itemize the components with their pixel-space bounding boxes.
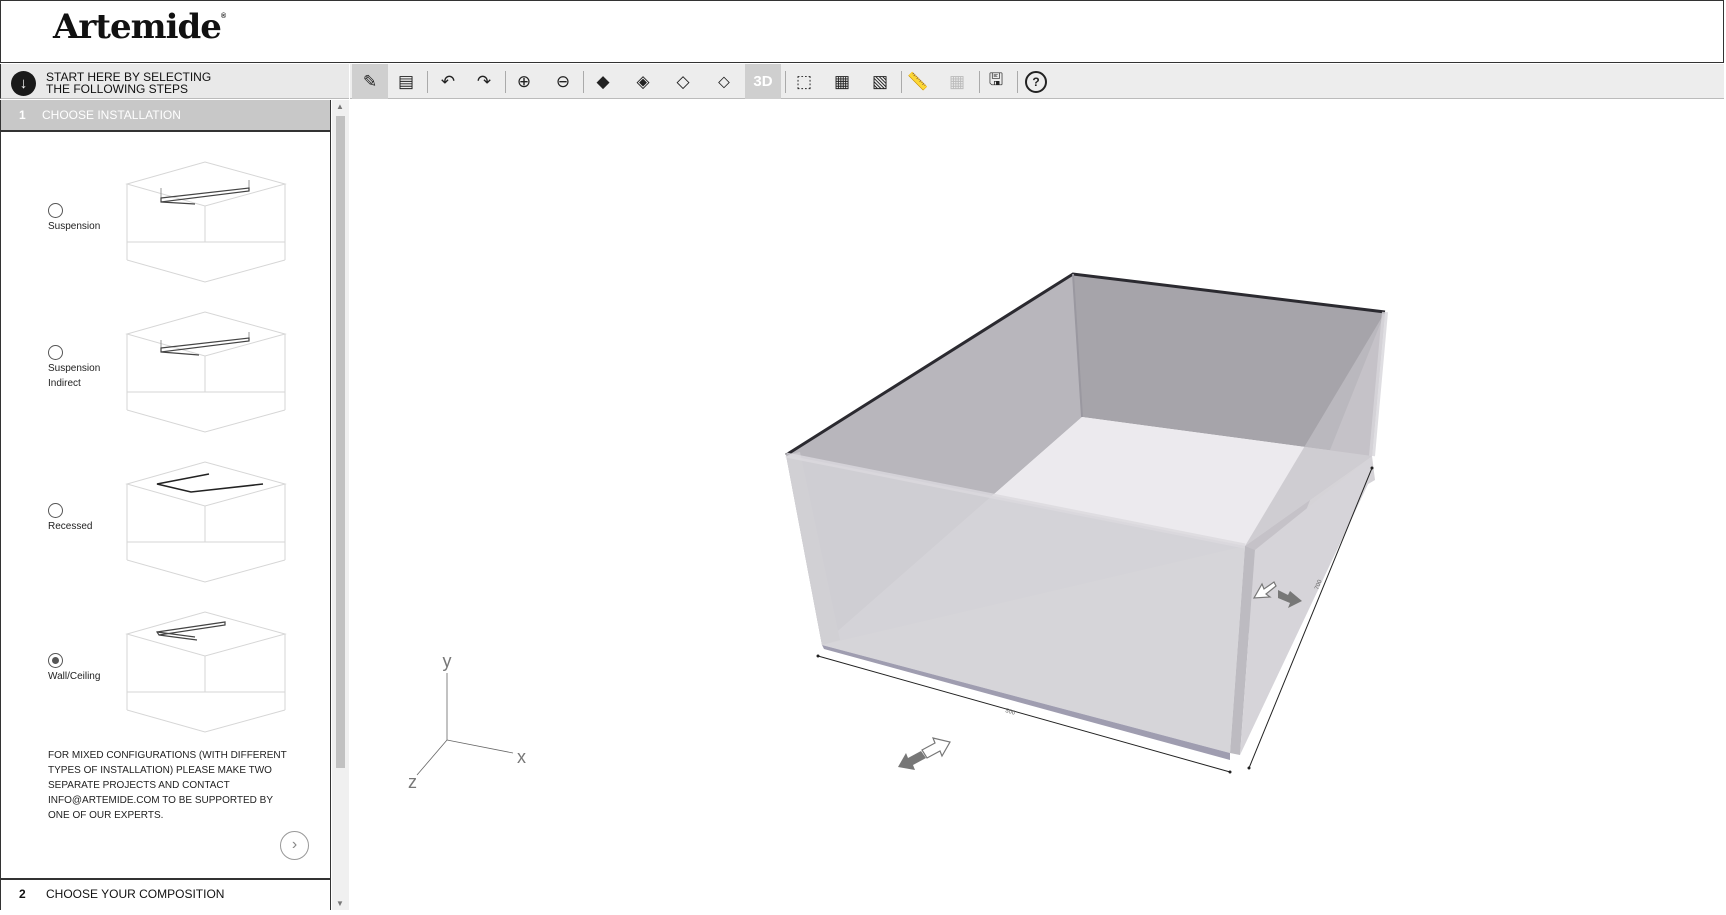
- zoom-in-icon[interactable]: ⊕: [506, 64, 542, 99]
- option-label: Recessed: [48, 521, 93, 532]
- radio-recessed[interactable]: [48, 503, 63, 518]
- scrollbar-thumb[interactable]: [336, 116, 345, 768]
- option-suspension[interactable]: Suspension: [1, 158, 331, 288]
- suspension-thumbnail: [125, 161, 287, 283]
- top-bar: Artemide®: [0, 0, 1724, 63]
- width-dimension-label: 500: [1004, 708, 1016, 717]
- notes-list-icon[interactable]: ▤: [388, 64, 424, 99]
- axis-y-label: y: [443, 651, 452, 671]
- axis-x-label: x: [517, 747, 526, 767]
- scroll-up-icon[interactable]: ▲: [336, 102, 344, 111]
- option-label: Suspension: [48, 221, 101, 232]
- redo-icon[interactable]: ↷: [466, 64, 502, 99]
- radio-suspension[interactable]: [48, 203, 63, 218]
- recessed-thumbnail: [125, 461, 287, 583]
- view-wire-icon[interactable]: ◇: [665, 64, 701, 99]
- view-side-icon[interactable]: ◈: [625, 64, 661, 99]
- start-here-header: ↓ START HERE BY SELECTING THE FOLLOWING …: [0, 64, 349, 99]
- pencil-icon[interactable]: ✎: [352, 64, 388, 99]
- view-iso-icon[interactable]: ⬦: [706, 64, 742, 99]
- start-here-text: START HERE BY SELECTING THE FOLLOWING ST…: [46, 70, 212, 96]
- undo-icon[interactable]: ↶: [430, 64, 466, 99]
- room-3d-canvas[interactable]: 500 700 y x z: [350, 100, 1724, 910]
- installation-panel: 1 CHOOSE INSTALLATION Suspension Suspens…: [0, 100, 331, 910]
- save-icon[interactable]: 🖫: [978, 64, 1014, 99]
- select-object-icon[interactable]: ▦: [824, 64, 860, 99]
- grid-icon[interactable]: ▦: [939, 64, 975, 99]
- option-label: Suspension Indirect: [48, 363, 101, 389]
- artemide-logo[interactable]: Artemide®: [53, 7, 226, 47]
- option-suspension-indirect[interactable]: Suspension Indirect: [1, 308, 331, 438]
- panel-scrollbar[interactable]: ▲ ▼: [332, 100, 349, 910]
- select-area-icon[interactable]: ⬚: [786, 64, 822, 99]
- zoom-out-icon[interactable]: ⊖: [545, 64, 581, 99]
- axis-gizmo: [416, 673, 514, 776]
- view-top-icon[interactable]: ◆: [585, 64, 621, 99]
- axis-z-label: z: [408, 772, 417, 792]
- mixed-config-note: FOR MIXED CONFIGURATIONS (WITH DIFFERENT…: [48, 750, 287, 821]
- drag-width-arrow-icon[interactable]: [898, 737, 951, 770]
- step2-header[interactable]: 2 CHOOSE YOUR COMPOSITION: [1, 878, 330, 910]
- select-multi-icon[interactable]: ▧: [862, 64, 898, 99]
- step1-header[interactable]: 1 CHOOSE INSTALLATION: [1, 100, 330, 130]
- arrow-down-circle-icon: ↓: [11, 71, 36, 96]
- chevron-right-icon[interactable]: ›: [280, 831, 309, 860]
- scroll-down-icon[interactable]: ▼: [336, 899, 344, 908]
- option-wall-ceiling[interactable]: Wall/Ceiling: [1, 608, 331, 738]
- radio-suspension-indirect[interactable]: [48, 345, 63, 360]
- wall-ceiling-thumbnail: [125, 611, 287, 733]
- radio-wall-ceiling[interactable]: [48, 653, 63, 668]
- ruler-icon[interactable]: 📏: [900, 64, 936, 99]
- option-recessed[interactable]: Recessed: [1, 458, 331, 588]
- toolbar: ✎ ▤ ↶ ↷ ⊕ ⊖ ◆ ◈ ◇ ⬦ 3D ⬚ ▦ ▧ 📏 ▦ 🖫 ?: [350, 64, 1724, 99]
- help-icon[interactable]: ?: [1018, 64, 1054, 99]
- view-3d-button[interactable]: 3D: [745, 64, 781, 99]
- option-label: Wall/Ceiling: [48, 671, 101, 682]
- suspension-indirect-thumbnail: [125, 311, 287, 433]
- 3d-viewport[interactable]: 500 700 y x z: [350, 100, 1724, 910]
